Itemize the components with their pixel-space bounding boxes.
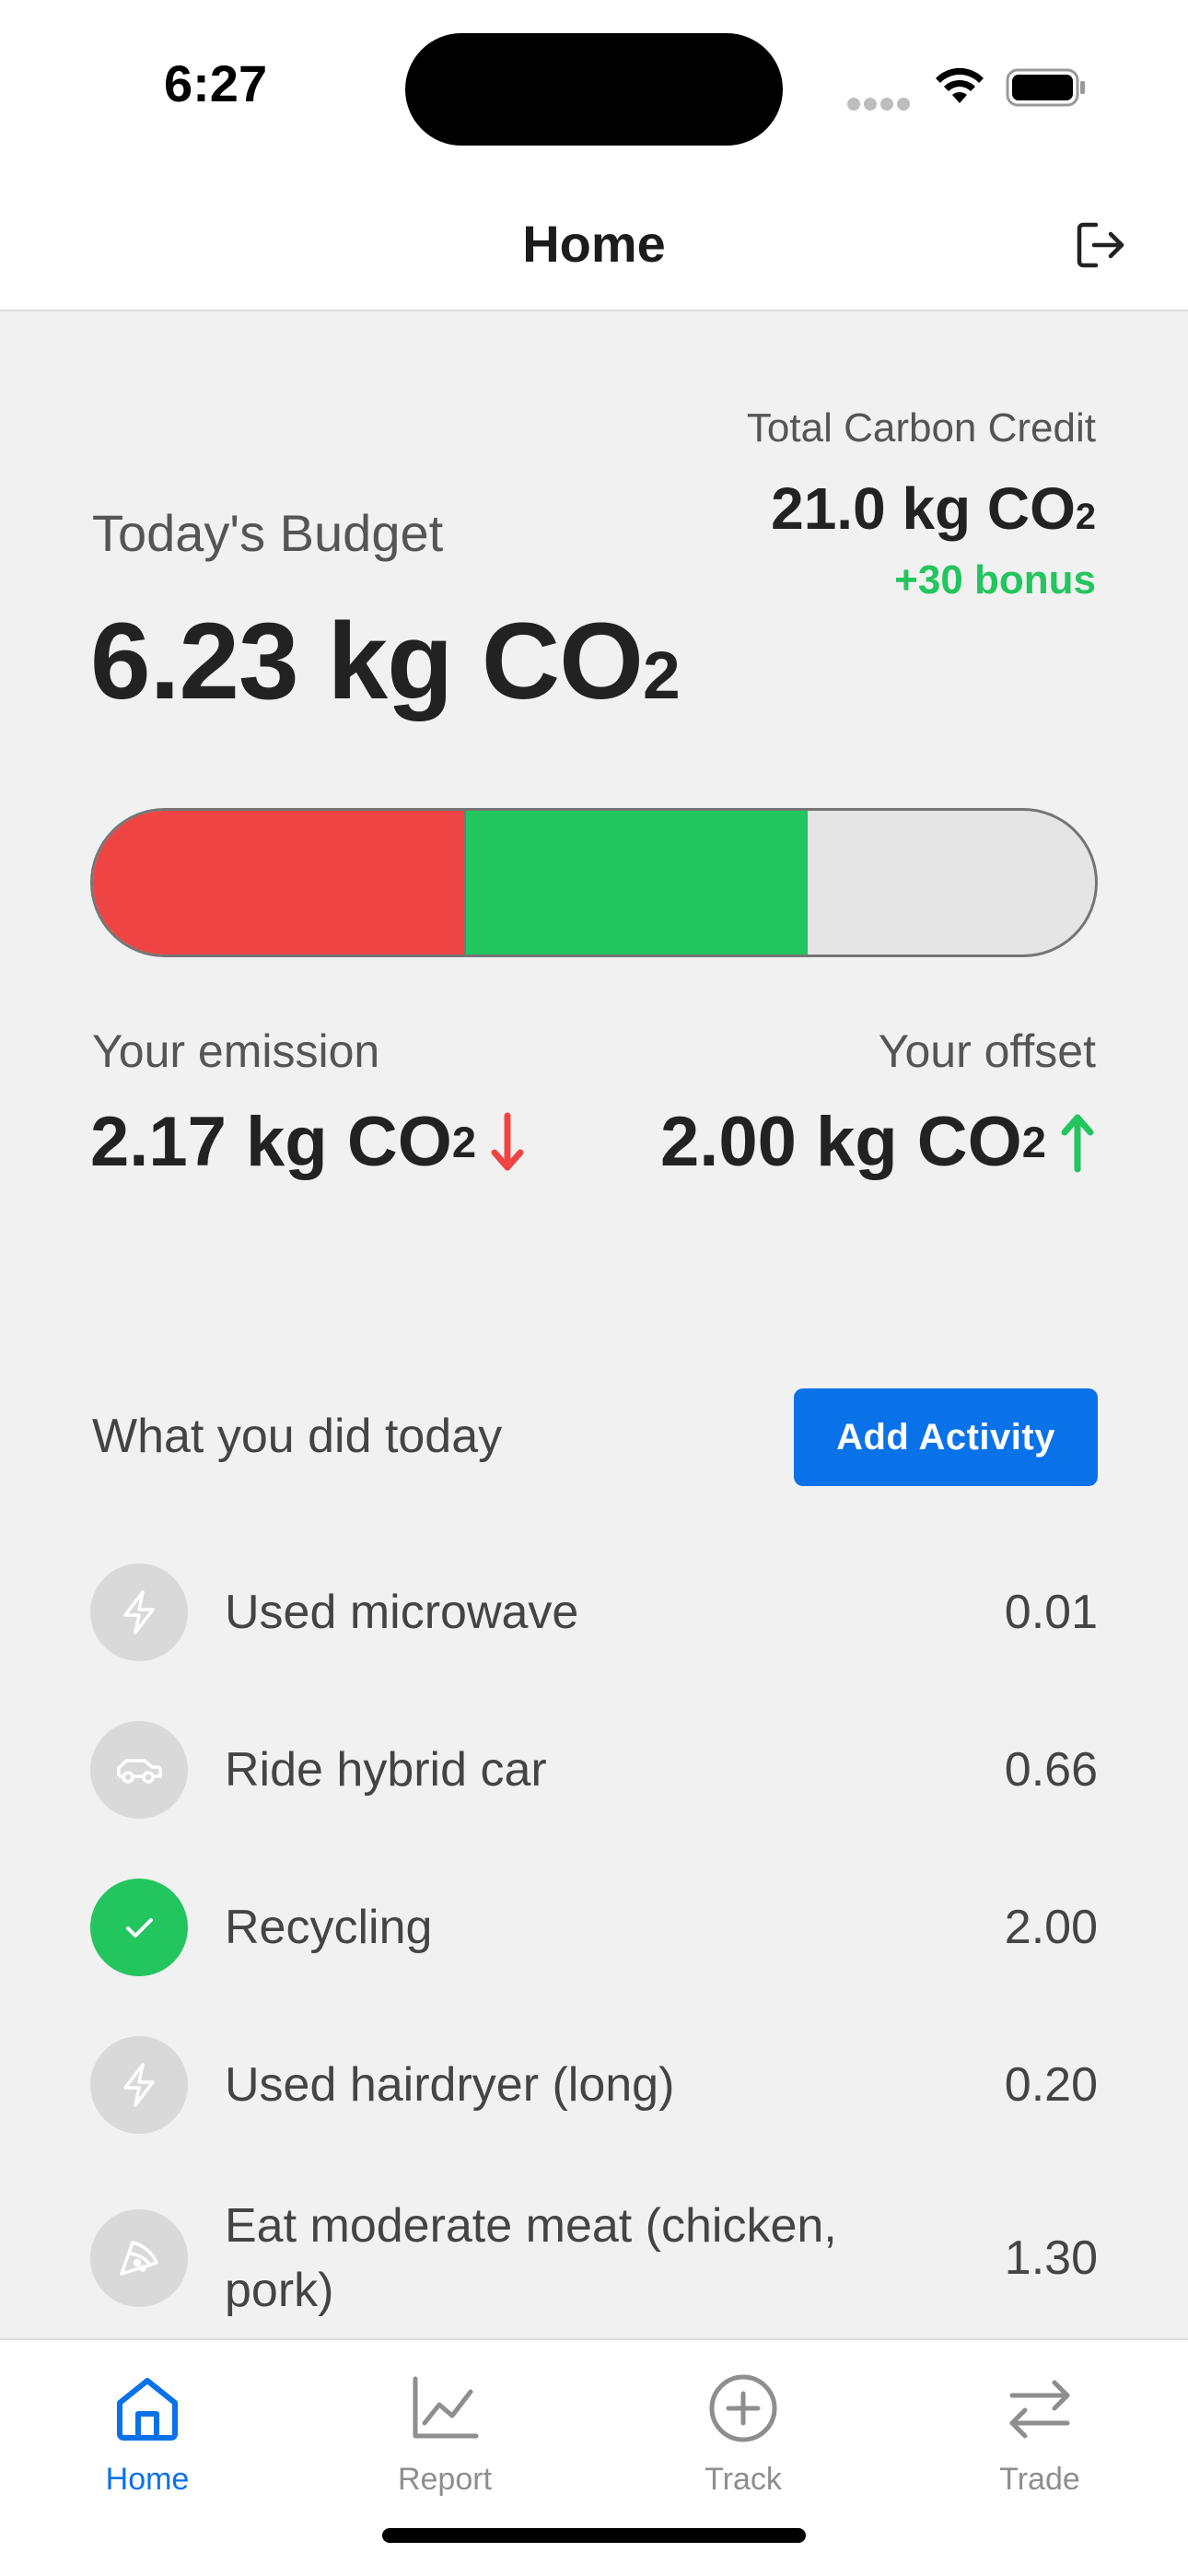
activity-name: Used microwave — [225, 1586, 579, 1639]
offset-label: Your offset — [878, 1025, 1096, 1077]
chart-icon — [413, 2376, 479, 2439]
lightning-icon — [90, 2036, 188, 2134]
navigation-bar: Home — [0, 175, 1188, 311]
home-indicator — [382, 2528, 806, 2543]
arrow-up-icon — [1061, 1114, 1094, 1172]
activity-name: Eat moderate meat (chicken, pork) — [225, 2199, 837, 2317]
activity-name: Recycling — [225, 1901, 433, 1954]
offset-fill — [465, 811, 808, 954]
tab-report[interactable]: Report — [353, 2359, 537, 2543]
tab-trade[interactable]: Trade — [948, 2359, 1132, 2543]
car-icon — [90, 1721, 188, 1819]
cellular-signal-icon — [847, 98, 912, 111]
add-activity-button[interactable]: Add Activity — [794, 1388, 1098, 1486]
total-carbon-credit-value: 21.0 kg CO2 — [771, 475, 1096, 542]
activity-name: Used hairdryer (long) — [225, 2058, 675, 2112]
emission-value: 2.17 kg CO 2 — [90, 1102, 526, 1182]
activity-item[interactable]: Eat moderate meat (chicken, pork) 1.30 — [90, 2194, 1098, 2323]
activity-item[interactable]: Recycling 2.00 — [90, 1879, 1098, 1976]
activity-value: 2.00 — [1004, 1901, 1098, 1954]
status-bar: 6:27 — [0, 0, 1188, 175]
total-carbon-credit-label: Total Carbon Credit — [746, 405, 1096, 451]
battery-icon — [1006, 68, 1085, 107]
dynamic-island — [405, 33, 783, 146]
check-icon — [90, 1879, 188, 1976]
arrows-icon — [1009, 2380, 1070, 2439]
status-time: 6:27 — [164, 54, 268, 112]
plus-circle-icon — [709, 2374, 777, 2442]
activity-item[interactable]: Ride hybrid car 0.66 — [90, 1721, 1098, 1819]
pizza-icon — [90, 2209, 188, 2307]
budget-label: Today's Budget — [92, 504, 444, 562]
lightning-icon — [90, 1563, 188, 1661]
budget-progress-bar — [90, 808, 1098, 957]
tab-label: Track — [705, 2462, 782, 2497]
activities-section-title: What you did today — [92, 1410, 503, 1463]
offset-value: 2.00 kg CO 2 — [660, 1102, 1096, 1182]
activity-item[interactable]: Used microwave 0.01 — [90, 1563, 1098, 1661]
wifi-icon — [936, 67, 984, 103]
tab-label: Trade — [999, 2462, 1080, 2497]
arrow-down-icon — [491, 1112, 524, 1170]
budget-value: 6.23 kg CO2 — [90, 601, 681, 722]
activity-name: Ride hybrid car — [225, 1743, 547, 1797]
emission-label: Your emission — [92, 1025, 380, 1077]
tab-home[interactable]: Home — [55, 2359, 239, 2543]
activity-value: 0.20 — [1004, 2058, 1098, 2112]
activity-item[interactable]: Used hairdryer (long) 0.20 — [90, 2036, 1098, 2134]
bonus-badge: +30 bonus — [894, 557, 1096, 603]
activity-value: 1.30 — [1004, 2231, 1098, 2285]
activity-value: 0.66 — [1004, 1743, 1098, 1797]
tab-label: Report — [397, 2462, 493, 2497]
tab-track[interactable]: Track — [651, 2359, 835, 2543]
home-icon — [117, 2378, 178, 2441]
tab-label: Home — [105, 2462, 190, 2497]
activity-value: 0.01 — [1004, 1586, 1098, 1639]
page-title: Home — [522, 215, 666, 273]
emission-fill — [93, 811, 466, 954]
logout-icon[interactable] — [1072, 217, 1127, 273]
